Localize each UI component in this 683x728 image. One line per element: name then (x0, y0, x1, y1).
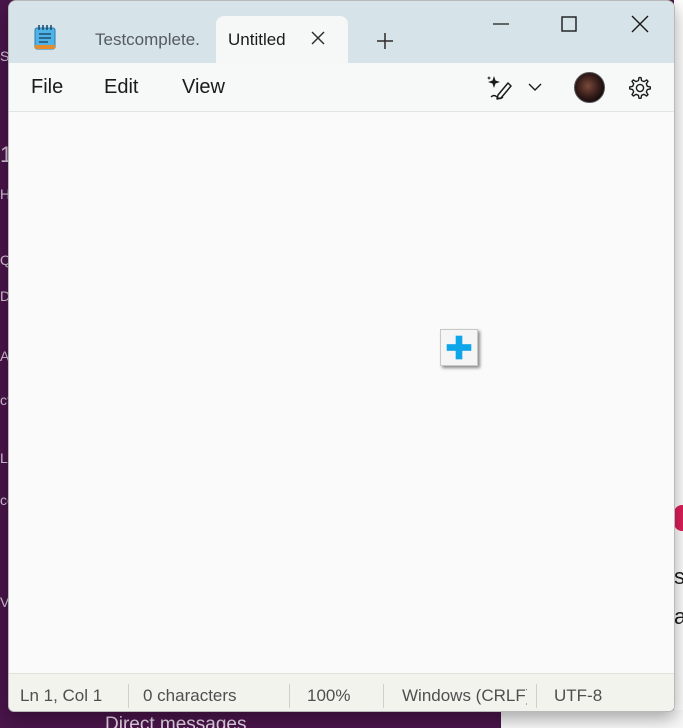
menu-view[interactable]: View (182, 76, 225, 99)
tab-untitled[interactable]: Untitled (216, 16, 348, 63)
title-bar[interactable]: Testcomplete. Untitled (9, 1, 674, 63)
status-divider (128, 684, 129, 708)
tab-title: Untitled (228, 30, 286, 49)
background-app-right-edge: s a (674, 0, 683, 728)
gear-icon[interactable] (627, 75, 653, 101)
background-text-fragment: s (674, 564, 683, 589)
text-editor[interactable] (9, 113, 674, 672)
status-bar: Ln 1, Col 1 0 characters 100% Windows (C… (9, 673, 674, 711)
background-direct-messages-label: Direct messages (105, 714, 247, 728)
chevron-down-icon[interactable] (527, 79, 543, 95)
status-divider (289, 684, 290, 708)
status-zoom[interactable]: 100% (307, 686, 367, 706)
minimize-icon[interactable] (479, 9, 523, 39)
status-cursor-position: Ln 1, Col 1 (20, 686, 103, 705)
close-icon[interactable] (618, 9, 662, 39)
avatar[interactable] (574, 72, 605, 103)
menu-bar: File Edit View (9, 63, 674, 112)
notepad-icon (34, 25, 56, 50)
status-encoding[interactable]: UTF-8 (554, 686, 624, 706)
tab-testcomplete[interactable]: Testcomplete. (73, 16, 215, 63)
close-icon[interactable] (309, 29, 327, 47)
copilot-sparkle-pen-icon[interactable] (485, 73, 515, 103)
background-app-sidebar-bottom: Direct messages (0, 710, 501, 728)
maximize-icon[interactable] (547, 9, 591, 39)
menu-edit[interactable]: Edit (104, 76, 138, 99)
background-text-fragment: a (674, 604, 683, 629)
menu-file[interactable]: File (31, 76, 63, 99)
tab-title: Testcomplete. (95, 30, 200, 49)
status-divider (536, 684, 537, 708)
background-accent-shape (674, 505, 683, 531)
notepad-window: Testcomplete. Untitled File Edit View Ln… (8, 0, 675, 712)
plus-icon[interactable] (373, 29, 397, 53)
status-character-count: 0 characters (143, 686, 237, 705)
background-app-content-bottom (501, 710, 683, 728)
plus-cursor-icon (440, 329, 478, 366)
status-line-ending[interactable]: Windows (CRLF) (402, 686, 527, 706)
status-divider (383, 684, 384, 708)
